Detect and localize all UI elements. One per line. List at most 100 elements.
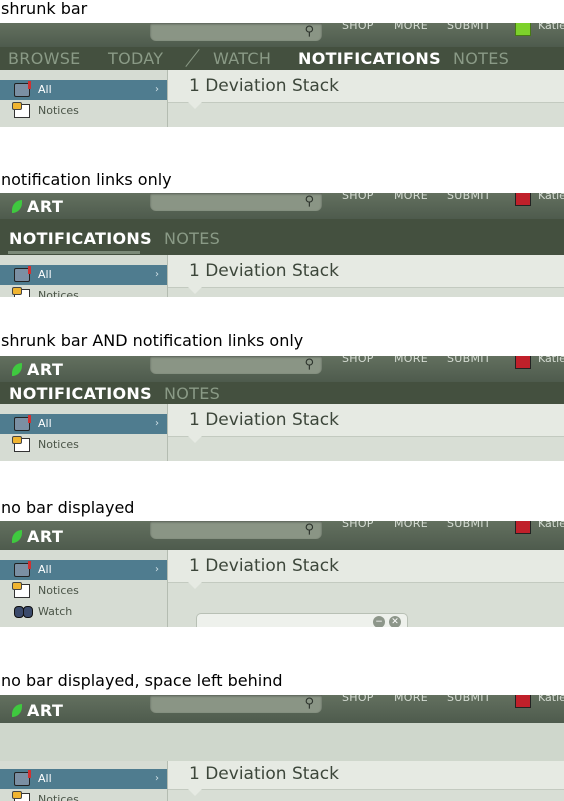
avatar[interactable] bbox=[515, 695, 531, 708]
username-link[interactable]: Katie bbox=[538, 695, 564, 704]
username-link[interactable]: Katie bbox=[538, 23, 564, 32]
sidebar-item-label: All bbox=[38, 83, 52, 96]
sidebar-item-all[interactable]: All › bbox=[0, 80, 167, 100]
more-link[interactable]: MORE bbox=[394, 521, 428, 530]
nav-notifications[interactable]: NOTIFICATIONS bbox=[9, 229, 152, 248]
page-title: 1 Deviation Stack bbox=[189, 76, 340, 96]
submit-link[interactable]: SUBMIT bbox=[447, 521, 491, 530]
empty-bar-space bbox=[0, 723, 564, 761]
main-panel: 1 Deviation Stack bbox=[168, 70, 564, 127]
sidebar-item-label: Notices bbox=[38, 104, 79, 117]
more-link[interactable]: MORE bbox=[394, 23, 428, 32]
submit-link[interactable]: SUBMIT bbox=[447, 695, 491, 704]
main-header: 1 Deviation Stack bbox=[168, 255, 564, 288]
nav-notes[interactable]: NOTES bbox=[164, 229, 220, 248]
sidebar-item-notices[interactable]: Notices bbox=[0, 101, 167, 121]
search-input[interactable]: ⚲ bbox=[150, 356, 322, 374]
submit-link[interactable]: SUBMIT bbox=[447, 23, 491, 32]
header-notch bbox=[188, 436, 202, 443]
sidebar: All › Notices bbox=[0, 70, 168, 127]
binoculars-icon bbox=[14, 606, 33, 618]
notice-icon bbox=[12, 582, 30, 598]
username-link[interactable]: Katie bbox=[538, 356, 564, 365]
shop-link[interactable]: SHOP bbox=[342, 356, 374, 365]
mailbox-icon bbox=[14, 770, 31, 786]
search-icon[interactable]: ⚲ bbox=[304, 24, 314, 39]
sidebar-item-all[interactable]: All › bbox=[0, 769, 167, 789]
top-header: ⚲ SHOP MORE SUBMIT Katie bbox=[0, 23, 564, 47]
shop-link[interactable]: SHOP bbox=[342, 695, 374, 704]
nav-browse[interactable]: BROWSE bbox=[8, 49, 81, 68]
close-icon[interactable]: ✕ bbox=[389, 616, 401, 627]
sidebar-item-all[interactable]: All › bbox=[0, 414, 167, 434]
search-icon[interactable]: ⚲ bbox=[304, 696, 314, 711]
avatar[interactable] bbox=[515, 521, 531, 534]
sidebar: All › Notices bbox=[0, 404, 168, 461]
leaf-logo-icon bbox=[12, 530, 22, 543]
sidebar-item-all[interactable]: All › bbox=[0, 560, 167, 580]
search-icon[interactable]: ⚲ bbox=[304, 522, 314, 537]
nav-today[interactable]: TODAY bbox=[108, 49, 163, 68]
screenshot-no-bar-space: ART ⚲ SHOP MORE SUBMIT Katie All › Notic… bbox=[0, 695, 564, 801]
nav-notifications[interactable]: NOTIFICATIONS bbox=[298, 49, 441, 68]
more-link[interactable]: MORE bbox=[394, 695, 428, 704]
avatar[interactable] bbox=[515, 193, 531, 206]
content-area: All › Notices 1 Deviation Stack bbox=[0, 761, 564, 801]
header-notch bbox=[188, 582, 202, 589]
nav-divider bbox=[185, 49, 200, 67]
avatar[interactable] bbox=[515, 356, 531, 369]
logo[interactable]: ART bbox=[12, 701, 63, 720]
sidebar-item-all[interactable]: All › bbox=[0, 265, 167, 285]
main-header: 1 Deviation Stack bbox=[168, 404, 564, 437]
search-input[interactable]: ⚲ bbox=[150, 695, 322, 713]
more-link[interactable]: MORE bbox=[394, 193, 428, 202]
avatar[interactable] bbox=[515, 23, 531, 36]
main-panel: 1 Deviation Stack bbox=[168, 404, 564, 461]
search-input[interactable]: ⚲ bbox=[150, 23, 322, 41]
top-header: ART ⚲ SHOP MORE SUBMIT Katie bbox=[0, 521, 564, 550]
search-icon[interactable]: ⚲ bbox=[304, 357, 314, 372]
header-notch bbox=[188, 287, 202, 294]
main-header: 1 Deviation Stack bbox=[168, 70, 564, 103]
collapse-icon[interactable]: − bbox=[373, 616, 385, 627]
caption-no-bar: no bar displayed bbox=[1, 498, 135, 517]
submit-link[interactable]: SUBMIT bbox=[447, 356, 491, 365]
top-header: ART ⚲ SHOP MORE SUBMIT Katie bbox=[0, 356, 564, 382]
username-link[interactable]: Katie bbox=[538, 193, 564, 202]
leaf-logo-icon bbox=[12, 200, 22, 213]
logo[interactable]: ART bbox=[12, 360, 63, 379]
sidebar-item-notices[interactable]: Notices bbox=[0, 581, 167, 601]
screenshot-shrunk-bar: ⚲ SHOP MORE SUBMIT Katie BROWSE TODAY WA… bbox=[0, 23, 564, 127]
search-input[interactable]: ⚲ bbox=[150, 521, 322, 539]
sidebar-item-watch[interactable]: Watch bbox=[0, 602, 167, 622]
search-input[interactable]: ⚲ bbox=[150, 193, 322, 211]
shop-link[interactable]: SHOP bbox=[342, 193, 374, 202]
logo[interactable]: ART bbox=[12, 527, 63, 546]
nav-watch[interactable]: WATCH bbox=[213, 49, 271, 68]
nav-notes[interactable]: NOTES bbox=[164, 384, 220, 403]
screenshot-notification-links-only: ART ⚲ SHOP MORE SUBMIT Katie NOTIFICATIO… bbox=[0, 193, 564, 297]
sidebar-item-label: Notices bbox=[38, 793, 79, 801]
shop-link[interactable]: SHOP bbox=[342, 521, 374, 530]
search-icon[interactable]: ⚲ bbox=[304, 194, 314, 209]
sidebar-item-notices[interactable]: Notices bbox=[0, 790, 167, 801]
top-header: ART ⚲ SHOP MORE SUBMIT Katie bbox=[0, 695, 564, 723]
nav-notifications[interactable]: NOTIFICATIONS bbox=[9, 384, 152, 403]
page-title: 1 Deviation Stack bbox=[189, 410, 340, 430]
shop-link[interactable]: SHOP bbox=[342, 23, 374, 32]
caption-shrunk-bar: shrunk bar bbox=[1, 0, 88, 18]
content-area: All › Notices 1 Deviation Stack bbox=[0, 404, 564, 461]
page-title: 1 Deviation Stack bbox=[189, 764, 340, 784]
page-title: 1 Deviation Stack bbox=[189, 261, 340, 281]
sidebar: All › Notices Watch bbox=[0, 550, 168, 627]
mailbox-icon bbox=[14, 266, 31, 282]
submit-link[interactable]: SUBMIT bbox=[447, 193, 491, 202]
deviation-stack-card[interactable]: − ✕ bbox=[196, 613, 408, 627]
logo[interactable]: ART bbox=[12, 197, 63, 216]
nav-notes[interactable]: NOTES bbox=[453, 49, 509, 68]
username-link[interactable]: Katie bbox=[538, 521, 564, 530]
more-link[interactable]: MORE bbox=[394, 356, 428, 365]
mailbox-icon bbox=[14, 561, 31, 577]
sidebar-item-notices[interactable]: Notices bbox=[0, 435, 167, 455]
sidebar-item-notices[interactable]: Notices bbox=[0, 286, 167, 297]
